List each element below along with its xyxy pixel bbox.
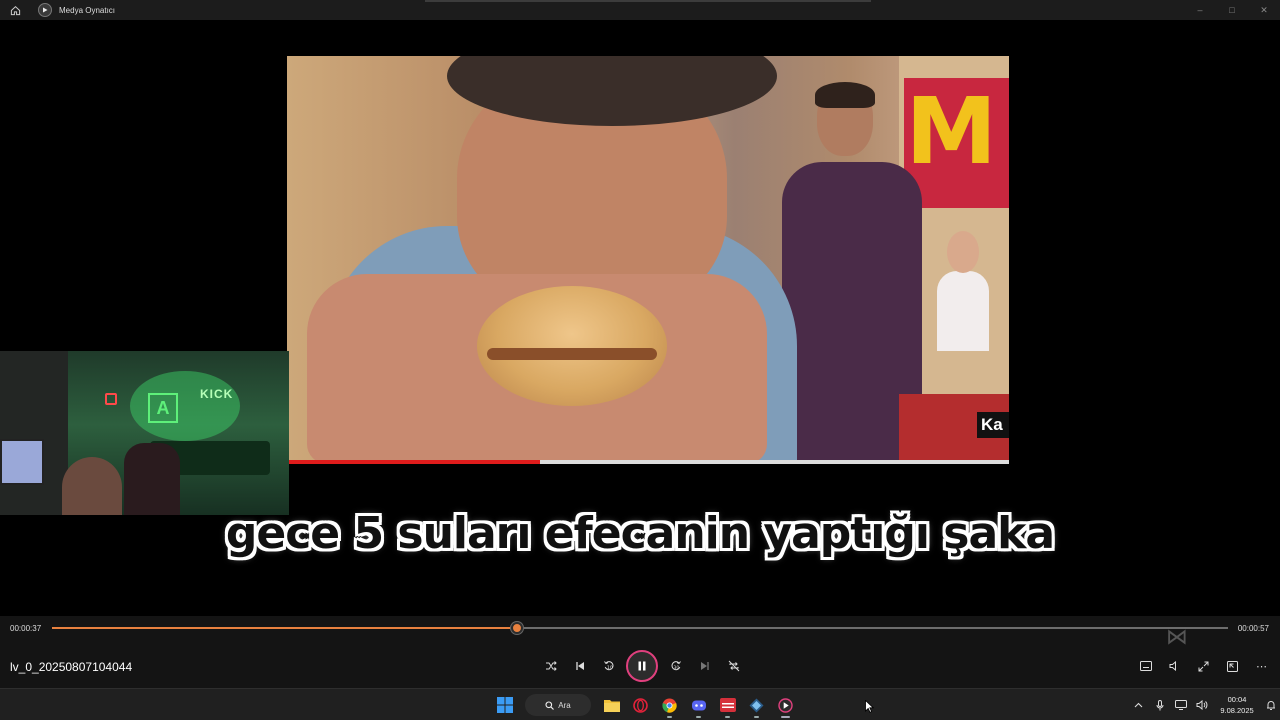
- capcut-watermark-icon: ⋈: [1166, 624, 1188, 649]
- start-icon[interactable]: [490, 692, 519, 718]
- file-explorer-icon[interactable]: [597, 692, 626, 718]
- webcam-overlay: A KICK: [0, 351, 289, 515]
- burger: [477, 286, 667, 406]
- taskbar-apps: Ara: [490, 692, 800, 718]
- title-bar: Medya Oynatıcı – □ ✕: [0, 0, 1280, 20]
- video-editor-icon[interactable]: [713, 692, 742, 718]
- seek-bar[interactable]: [52, 622, 1228, 634]
- chevron-up-icon[interactable]: [1128, 689, 1149, 720]
- network-icon[interactable]: [1170, 689, 1191, 720]
- maximize-button[interactable]: □: [1216, 0, 1248, 20]
- transport-controls: 10 30: [536, 650, 748, 682]
- video-frame: M Ka: [287, 56, 1009, 464]
- mouse-cursor: [865, 700, 874, 713]
- rewind-10-icon[interactable]: 10: [594, 654, 623, 678]
- speaker-icon[interactable]: [1191, 689, 1212, 720]
- more-options-icon[interactable]: ⋯: [1247, 654, 1276, 678]
- current-time: 00:00:37: [10, 624, 42, 633]
- discord-icon[interactable]: [684, 692, 713, 718]
- neon-sign: KICK: [200, 387, 234, 401]
- window-title: Medya Oynatıcı: [59, 5, 116, 15]
- window-controls: – □ ✕: [1184, 0, 1280, 20]
- video-corner-text: Ka: [977, 412, 1009, 438]
- view-controls: ⋯: [1131, 654, 1276, 678]
- shuffle-icon[interactable]: [536, 654, 565, 678]
- volume-icon[interactable]: [1160, 654, 1189, 678]
- neon-lamp: [105, 393, 117, 405]
- seek-thumb[interactable]: [510, 622, 523, 634]
- forward-30-icon[interactable]: 30: [661, 654, 690, 678]
- home-icon[interactable]: [0, 0, 30, 20]
- minimize-button[interactable]: –: [1184, 0, 1216, 20]
- notifications-icon[interactable]: [1262, 689, 1280, 720]
- chrome-icon[interactable]: [655, 692, 684, 718]
- media-player-taskbar-icon[interactable]: [771, 692, 800, 718]
- clock-time: 00:04: [1227, 695, 1247, 704]
- fullscreen-icon[interactable]: [1189, 654, 1218, 678]
- mini-player-icon[interactable]: [1218, 654, 1247, 678]
- file-name: lv_0_20250807104044: [10, 660, 133, 674]
- previous-icon[interactable]: [565, 654, 594, 678]
- close-button[interactable]: ✕: [1248, 0, 1280, 20]
- settings-app-icon[interactable]: [742, 692, 771, 718]
- video-caption: gece 5 suları efecanin yaptığı şaka: [225, 508, 1055, 559]
- monitor: [0, 439, 44, 485]
- taskbar-clock[interactable]: 00:04 9.08.2025: [1212, 694, 1262, 716]
- opera-icon[interactable]: [626, 692, 655, 718]
- gaming-chair: [124, 443, 180, 515]
- microphone-icon[interactable]: [1149, 689, 1170, 720]
- next-icon[interactable]: [690, 654, 719, 678]
- streamer: [62, 457, 122, 515]
- subtitles-icon[interactable]: [1131, 654, 1160, 678]
- total-time: 00:00:57: [1237, 624, 1269, 633]
- pause-button[interactable]: [626, 650, 658, 682]
- seek-progress: [52, 627, 517, 629]
- player-controls: 00:00:37 00:00:57 ⋈ lv_0_20250807104044 …: [0, 616, 1280, 688]
- taskbar-search[interactable]: Ara: [525, 694, 591, 716]
- svg-text:10: 10: [607, 665, 613, 671]
- search-label: Ara: [558, 700, 571, 710]
- video-stage[interactable]: M Ka A KICK gece 5 suları efecanin yaptı…: [0, 20, 1280, 616]
- repeat-off-icon[interactable]: [719, 654, 748, 678]
- search-icon: [545, 700, 555, 710]
- taskbar: Ara 00:04 9.08.2025: [0, 688, 1280, 720]
- background-girl: [937, 231, 989, 351]
- svg-text:30: 30: [673, 665, 679, 671]
- drag-handle[interactable]: [425, 0, 871, 2]
- clock-date: 9.08.2025: [1220, 706, 1254, 715]
- system-tray: 00:04 9.08.2025: [1128, 689, 1280, 720]
- embedded-video-progress: [287, 460, 1009, 464]
- webcam-logo: A: [148, 393, 178, 423]
- media-player-app-icon: [38, 3, 52, 17]
